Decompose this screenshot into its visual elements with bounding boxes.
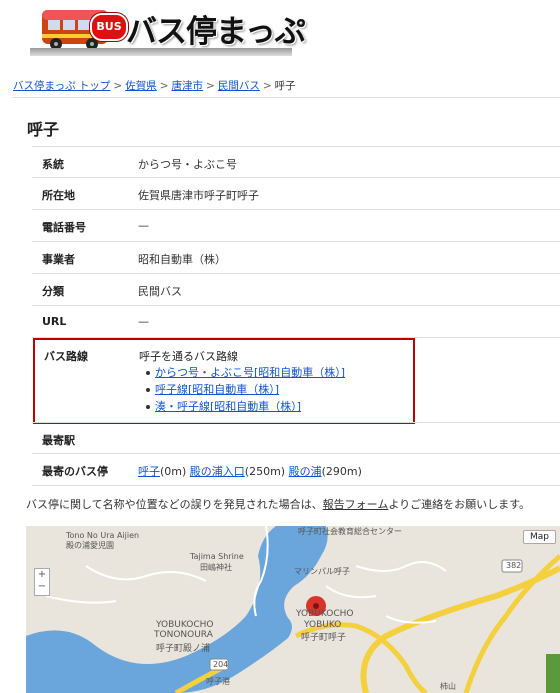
map-label: YOBUKOCHO — [296, 609, 354, 619]
info-row-category: 分類 民間バス — [32, 273, 560, 305]
routes-title: 呼子を通るバス路線 — [139, 350, 238, 363]
error-report-notice: バス停に関して名称や位置などの誤りを発見された場合は、報告フォームよりご連絡をお… — [26, 496, 530, 512]
map-canvas[interactable] — [26, 526, 560, 693]
map-label: 殿の浦愛児園 — [66, 541, 114, 550]
map-label: マリンパル呼子 — [294, 567, 350, 576]
zoom-in-button[interactable]: + — [38, 569, 46, 580]
nearby-stop-link[interactable]: 殿の浦入口 — [190, 465, 245, 478]
info-label: 所在地 — [42, 189, 75, 202]
breadcrumb-city[interactable]: 唐津市 — [172, 80, 204, 92]
info-row-operator: 事業者 昭和自動車（株） — [32, 241, 560, 273]
info-value: 佐賀県唐津市呼子町呼子 — [138, 189, 259, 202]
info-label: バス路線 — [44, 350, 88, 363]
breadcrumb-separator: > — [113, 80, 123, 92]
map-label: 呼子町呼子 — [301, 633, 347, 643]
info-row-phone: 電話番号 — — [32, 209, 560, 241]
breadcrumb-separator: > — [262, 80, 272, 92]
bus-stop-map[interactable]: Map + − Tono No Ura Aijien 殿の浦愛児園 Tajima … — [26, 526, 560, 693]
map-type-button[interactable]: Map — [523, 530, 556, 544]
route-shield: 382 — [506, 561, 522, 570]
info-label: 分類 — [42, 285, 64, 298]
map-label: 呼子町殿ノ浦 — [156, 644, 211, 654]
nearby-stop-distance: (290m) — [321, 465, 362, 478]
breadcrumb-category[interactable]: 民間バス — [218, 80, 260, 92]
map-label: 柿山 — [440, 682, 456, 691]
info-value: からつ号・よぶこ号 — [138, 158, 237, 171]
routes-highlight-box: バス路線 呼子を通るバス路線 からつ号・よぶこ号[昭和自動車（株）] 呼子線[昭… — [33, 338, 415, 424]
info-label: URL — [42, 315, 67, 328]
nearby-stops: 呼子(0m) 殿の浦入口(250m) 殿の浦(290m) — [138, 463, 362, 479]
bus-badge: BUS — [90, 13, 128, 41]
map-label: 田嶋神社 — [200, 563, 232, 572]
breadcrumb-prefecture[interactable]: 佐賀県 — [125, 80, 157, 92]
map-label: Tajima Shrine — [190, 552, 244, 561]
nearby-stop-link[interactable]: 殿の浦 — [289, 465, 322, 478]
map-label: Tono No Ura Aijien — [66, 531, 140, 540]
info-label: 事業者 — [42, 253, 75, 266]
list-item: 呼子線[昭和自動車（株）] — [145, 381, 345, 398]
route-link[interactable]: 湊・呼子線[昭和自動車（株）] — [155, 400, 301, 413]
notice-text: バス停に関して名称や位置などの誤りを発見された場合は、 — [26, 498, 323, 511]
route-link[interactable]: からつ号・よぶこ号[昭和自動車（株）] — [155, 366, 345, 379]
info-row-system: 系統 からつ号・よぶこ号 — [32, 146, 560, 177]
page-title: 呼子 — [27, 120, 60, 139]
nearby-stop-distance: (250m) — [244, 465, 286, 478]
notice-text: よりご連絡をお願いします。 — [388, 498, 531, 511]
routes-list: からつ号・よぶこ号[昭和自動車（株）] 呼子線[昭和自動車（株）] 湊・呼子線[… — [145, 364, 345, 415]
list-item: 湊・呼子線[昭和自動車（株）] — [145, 398, 345, 415]
info-label: 最寄のバス停 — [42, 465, 108, 478]
info-row-address: 所在地 佐賀県唐津市呼子町呼子 — [32, 177, 560, 209]
info-row-station: 最寄駅 — [32, 422, 560, 453]
info-label: 電話番号 — [42, 221, 86, 234]
route-shield: 204 — [213, 660, 229, 669]
site-header: BUS バス停まっぷ — [0, 0, 560, 64]
site-logo-text[interactable]: バス停まっぷ — [126, 6, 306, 51]
map-label: YOBUKO — [304, 620, 342, 630]
route-link[interactable]: 呼子線[昭和自動車（株）] — [155, 383, 279, 396]
info-value: — — [138, 219, 149, 232]
breadcrumb-separator: > — [206, 80, 215, 92]
zoom-out-button[interactable]: − — [38, 581, 46, 592]
info-label: 系統 — [42, 158, 64, 171]
logo-underline — [30, 48, 292, 56]
breadcrumb-separator: > — [159, 80, 169, 92]
map-label: 呼子港 — [206, 677, 230, 686]
breadcrumb-current: 呼子 — [274, 80, 296, 92]
map-label: TONONOURA — [154, 630, 213, 640]
info-value: 昭和自動車（株） — [138, 253, 226, 266]
info-value: — — [138, 315, 149, 328]
info-row-url: URL — — [32, 305, 560, 337]
map-label: 呼子町社会教育総合センター — [298, 527, 402, 536]
nearby-stop-distance: (0m) — [160, 465, 187, 478]
breadcrumb: バス停まっぷ トップ > 佐賀県 > 唐津市 > 民間バス > 呼子 — [13, 78, 296, 93]
info-value: 民間バス — [138, 285, 182, 298]
breadcrumb-home[interactable]: バス停まっぷ トップ — [13, 80, 110, 92]
map-zoom-control[interactable]: + − — [34, 568, 50, 596]
info-row-nearby: 最寄のバス停 呼子(0m) 殿の浦入口(250m) 殿の浦(290m) — [32, 453, 560, 486]
divider — [13, 97, 560, 98]
nearby-stop-link[interactable]: 呼子 — [138, 465, 160, 478]
report-form-link[interactable]: 報告フォーム — [323, 498, 389, 511]
list-item: からつ号・よぶこ号[昭和自動車（株）] — [145, 364, 345, 381]
info-label: 最寄駅 — [42, 434, 75, 447]
map-label: YOBUKOCHO — [156, 620, 214, 630]
